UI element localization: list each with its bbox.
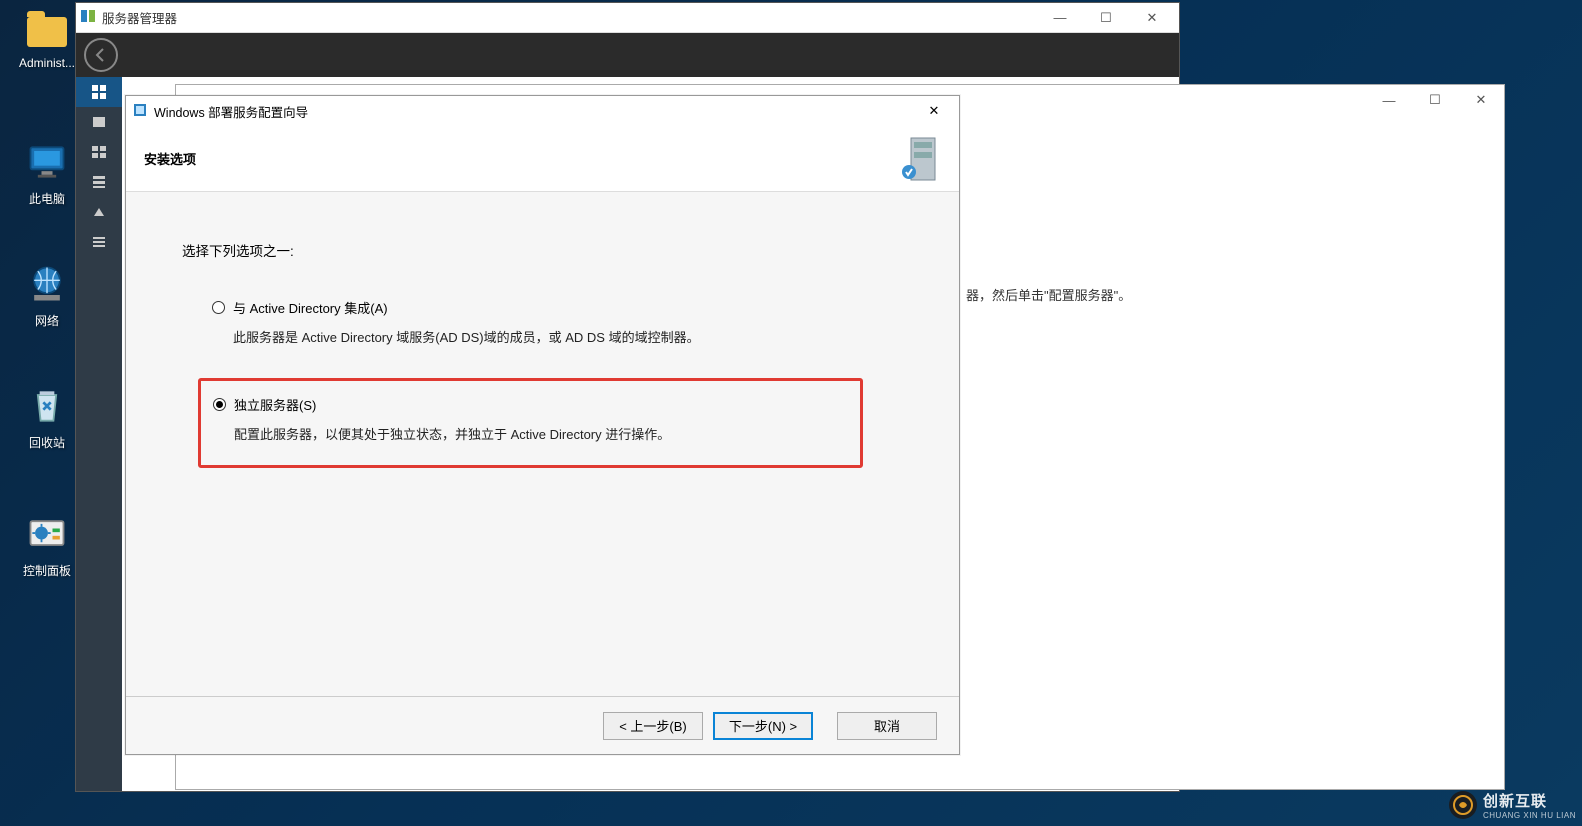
header-server-icon	[901, 134, 945, 184]
recycle-bin-icon	[23, 382, 71, 430]
highlighted-option: 独立服务器(S) 配置此服务器，以便其处于独立状态，并独立于 Active Di…	[198, 378, 863, 468]
sidebar-item-wds[interactable]	[76, 197, 122, 227]
mmc-close-button[interactable]: ✕	[1458, 86, 1504, 114]
desktop-icon-this-pc[interactable]: 此电脑	[12, 138, 82, 207]
wizard-icon	[132, 102, 148, 121]
desktop-icon-label: 控制面板	[12, 562, 82, 579]
breadcrumb-bar	[76, 33, 1179, 77]
sidebar-item-local-server[interactable]	[76, 107, 122, 137]
titlebar[interactable]: 服务器管理器 — ☐ ✕	[76, 3, 1179, 33]
minimize-button[interactable]: —	[1037, 4, 1083, 32]
network-icon	[23, 260, 71, 308]
sidebar-item-more[interactable]	[76, 227, 122, 257]
desktop-icon-label: 回收站	[12, 434, 82, 451]
sidebar	[76, 77, 122, 791]
option-desc: 此服务器是 Active Directory 域服务(AD DS)域的成员，或 …	[233, 327, 889, 346]
maximize-button[interactable]: ☐	[1083, 4, 1129, 32]
watermark: 创新互联 CHUANG XIN HU LIAN	[1449, 790, 1576, 820]
desktop-icon-recycle-bin[interactable]: 回收站	[12, 382, 82, 451]
watermark-logo-icon	[1449, 791, 1477, 819]
desktop-icon-label: Administ...	[12, 56, 82, 70]
desktop-icon-control-panel[interactable]: 控制面板	[12, 510, 82, 579]
sidebar-item-file-storage[interactable]	[76, 167, 122, 197]
option-label[interactable]: 与 Active Directory 集成(A)	[233, 298, 388, 317]
watermark-sub: CHUANG XIN HU LIAN	[1483, 811, 1576, 820]
wizard-subtitle: 安装选项	[144, 149, 196, 168]
cancel-button[interactable]: 取消	[837, 712, 937, 740]
wizard-footer: < 上一步(B) 下一步(N) > 取消	[126, 696, 959, 754]
watermark-title: 创新互联	[1483, 790, 1576, 811]
back-button[interactable]	[84, 38, 118, 72]
mmc-minimize-button[interactable]: —	[1366, 86, 1412, 114]
close-button[interactable]: ✕	[1129, 4, 1175, 32]
wizard-body: 选择下列选项之一: 与 Active Directory 集成(A) 此服务器是…	[126, 192, 959, 696]
radio-ad-integration[interactable]	[212, 301, 225, 314]
server-manager-icon	[80, 8, 96, 27]
desktop-icon-network[interactable]: 网络	[12, 260, 82, 329]
mmc-body-text: 器，然后单击"配置服务器"。	[966, 285, 1131, 304]
sidebar-item-all-servers[interactable]	[76, 137, 122, 167]
option-label[interactable]: 独立服务器(S)	[234, 395, 316, 414]
wizard-titlebar[interactable]: Windows 部署服务配置向导 ✕	[126, 96, 959, 126]
option-desc: 配置此服务器，以便其处于独立状态，并独立于 Active Directory 进…	[234, 424, 848, 443]
pc-icon	[23, 138, 71, 186]
desktop-icon-label: 网络	[12, 312, 82, 329]
window-title: 服务器管理器	[102, 8, 177, 27]
wizard-title: Windows 部署服务配置向导	[154, 102, 308, 121]
sidebar-item-dashboard[interactable]	[76, 77, 122, 107]
option-ad-integration: 与 Active Directory 集成(A) 此服务器是 Active Di…	[210, 288, 903, 360]
wizard-close-button[interactable]: ✕	[915, 99, 953, 123]
desktop-icon-administrator[interactable]: Administ...	[12, 4, 82, 70]
mmc-maximize-button[interactable]: ☐	[1412, 86, 1458, 114]
control-panel-icon	[23, 510, 71, 558]
wizard-header: 安装选项	[126, 126, 959, 192]
back-button[interactable]: < 上一步(B)	[603, 712, 703, 740]
wizard-prompt: 选择下列选项之一:	[182, 240, 903, 260]
next-button[interactable]: 下一步(N) >	[713, 712, 813, 740]
wds-config-wizard: Windows 部署服务配置向导 ✕ 安装选项 选择下列选项之一: 与 Acti…	[125, 95, 960, 755]
radio-standalone-server[interactable]	[213, 398, 226, 411]
folder-icon	[23, 4, 71, 52]
desktop-icon-label: 此电脑	[12, 190, 82, 207]
